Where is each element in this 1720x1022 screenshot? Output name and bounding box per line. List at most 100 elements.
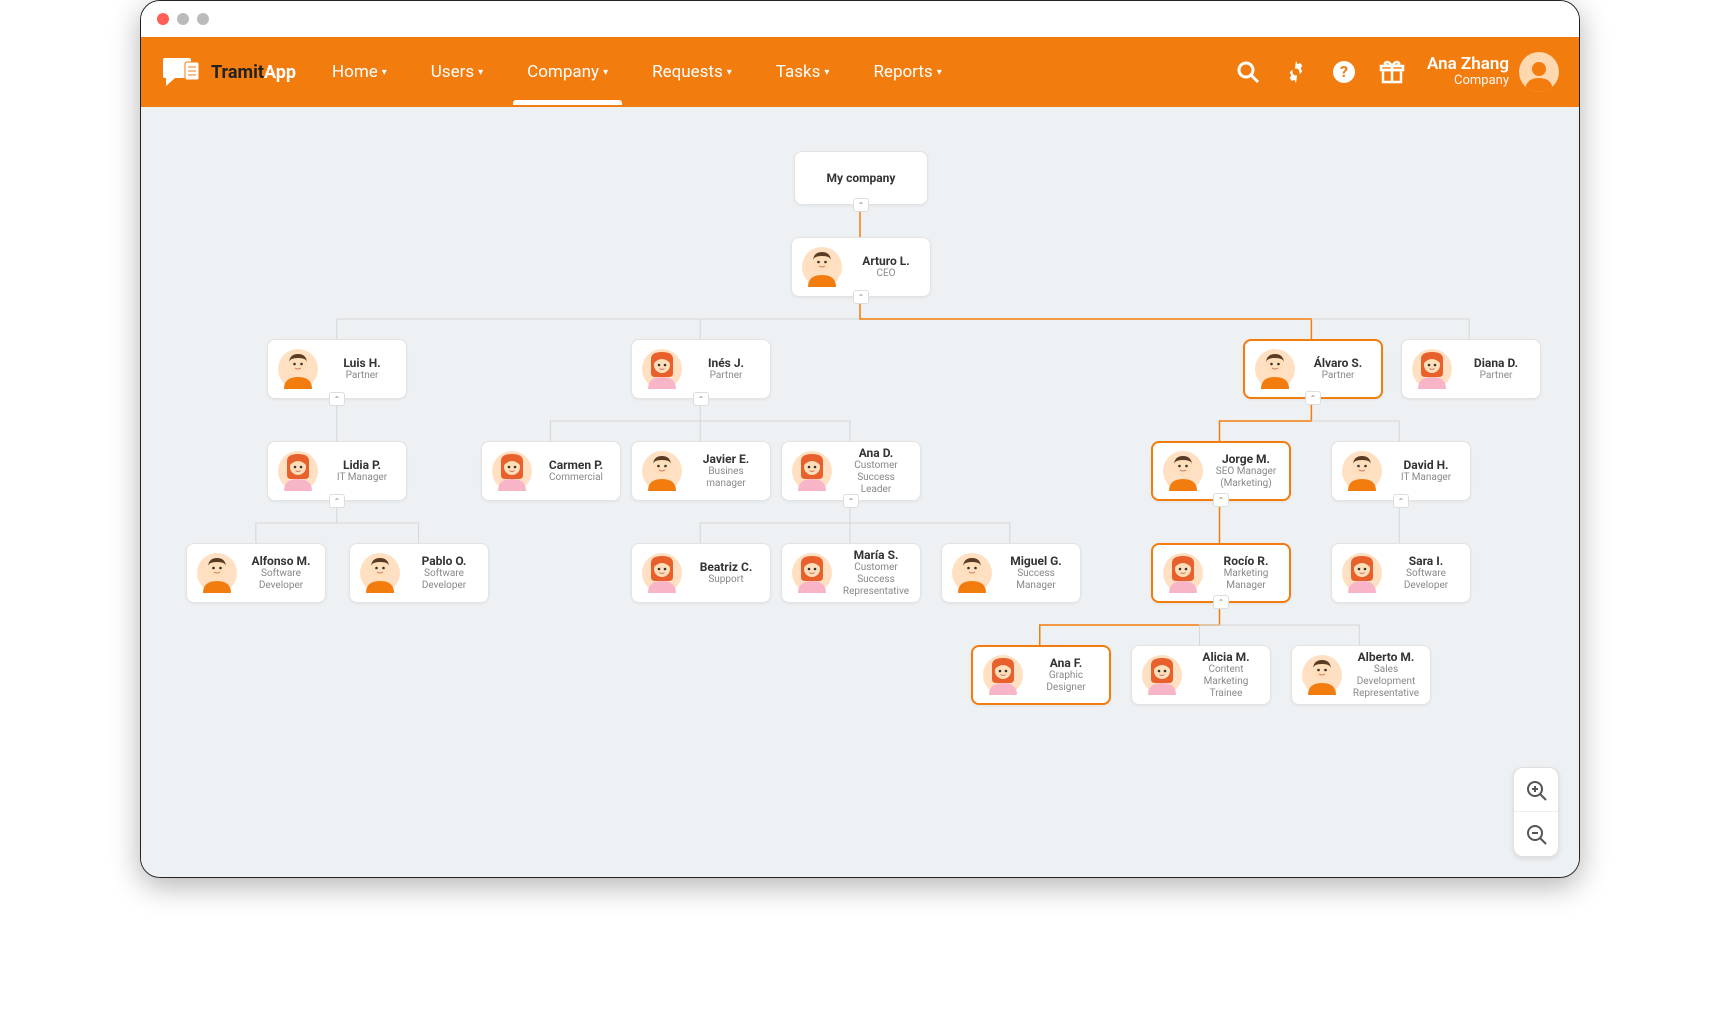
collapse-toggle[interactable]: ⌃ xyxy=(1213,493,1229,507)
avatar-icon xyxy=(952,553,992,593)
app-topbar: TramitApp Home▾ Users▾ Company▾ Requests… xyxy=(141,37,1579,107)
node-name: Miguel G. xyxy=(1002,554,1070,568)
org-node-alfonso[interactable]: Alfonso M.Software Developer xyxy=(186,543,326,603)
org-node-anaf[interactable]: Ana F.Graphic Designer xyxy=(971,645,1111,705)
chevron-down-icon: ▾ xyxy=(478,67,483,78)
zoom-in-button[interactable] xyxy=(1514,768,1558,812)
collapse-toggle[interactable]: ⌃ xyxy=(1213,595,1229,609)
node-name: Alfonso M. xyxy=(247,554,315,568)
avatar-icon xyxy=(197,553,237,593)
user-menu[interactable]: Ana Zhang Company xyxy=(1427,52,1559,92)
avatar-icon xyxy=(278,349,318,389)
collapse-toggle[interactable]: ⌃ xyxy=(853,290,869,304)
org-node-ceo[interactable]: Arturo L.CEO ⌃ xyxy=(791,237,931,297)
avatar-icon xyxy=(792,451,832,491)
org-node-lidia[interactable]: Lidia P.IT Manager ⌃ xyxy=(267,441,407,501)
avatar-icon xyxy=(642,553,682,593)
avatar-icon xyxy=(1255,349,1295,389)
zoom-out-button[interactable] xyxy=(1514,812,1558,856)
gift-icon[interactable] xyxy=(1379,59,1405,85)
org-node-javier[interactable]: Javier E.Busines manager xyxy=(631,441,771,501)
nav-reports[interactable]: Reports▾ xyxy=(867,40,947,104)
collapse-toggle[interactable]: ⌃ xyxy=(329,494,345,508)
nav-company[interactable]: Company▾ xyxy=(521,40,614,104)
org-node-luis[interactable]: Luis H.Partner ⌃ xyxy=(267,339,407,399)
nav-home[interactable]: Home▾ xyxy=(326,40,393,104)
avatar-icon xyxy=(642,451,682,491)
node-role: Success Manager xyxy=(1002,568,1070,592)
collapse-toggle[interactable]: ⌃ xyxy=(1305,391,1321,405)
app-logo[interactable]: TramitApp xyxy=(161,54,296,90)
org-node-rocio[interactable]: Rocío R.Marketing Manager ⌃ xyxy=(1151,543,1291,603)
org-node-miguel[interactable]: Miguel G.Success Manager xyxy=(941,543,1081,603)
search-icon[interactable] xyxy=(1235,59,1261,85)
zoom-controls xyxy=(1513,767,1559,857)
org-node-jorge[interactable]: Jorge M.SEO Manager (Marketing) ⌃ xyxy=(1151,441,1291,501)
org-node-maria[interactable]: María S.Customer Success Representative xyxy=(781,543,921,603)
collapse-toggle[interactable]: ⌃ xyxy=(693,392,709,406)
org-node-david[interactable]: David H.IT Manager ⌃ xyxy=(1331,441,1471,501)
node-role: IT Manager xyxy=(328,472,396,484)
node-role: Content Marketing Trainee xyxy=(1192,664,1260,700)
node-name: Javier E. xyxy=(692,452,760,466)
collapse-toggle[interactable]: ⌃ xyxy=(853,198,869,212)
org-node-alvaro[interactable]: Álvaro S.Partner ⌃ xyxy=(1243,339,1383,399)
org-node-root[interactable]: My company ⌃ xyxy=(794,151,928,205)
avatar-icon xyxy=(802,247,842,287)
collapse-toggle[interactable]: ⌃ xyxy=(843,494,859,508)
node-role: Customer Success Leader xyxy=(842,460,910,496)
org-node-ines[interactable]: Inés J.Partner ⌃ xyxy=(631,339,771,399)
browser-window: TramitApp Home▾ Users▾ Company▾ Requests… xyxy=(140,0,1580,878)
gear-icon[interactable] xyxy=(1283,59,1309,85)
node-name: Alicia M. xyxy=(1192,650,1260,664)
node-role: Software Developer xyxy=(247,568,315,592)
browser-titlebar xyxy=(141,1,1579,37)
node-name: María S. xyxy=(842,548,910,562)
node-name: Jorge M. xyxy=(1213,452,1279,466)
node-name: Ana D. xyxy=(842,446,910,460)
nav-requests[interactable]: Requests▾ xyxy=(646,40,738,104)
main-nav: Home▾ Users▾ Company▾ Requests▾ Tasks▾ R… xyxy=(326,40,1235,104)
collapse-toggle[interactable]: ⌃ xyxy=(329,392,345,406)
org-node-diana[interactable]: Diana D.Partner xyxy=(1401,339,1541,399)
window-close-dot[interactable] xyxy=(157,13,169,25)
node-name: Beatriz C. xyxy=(692,560,760,574)
node-role: Graphic Designer xyxy=(1033,670,1099,694)
node-name: Rocío R. xyxy=(1213,554,1279,568)
node-role: Partner xyxy=(1462,370,1530,382)
window-min-dot[interactable] xyxy=(177,13,189,25)
user-name: Ana Zhang xyxy=(1427,55,1509,75)
org-node-alicia[interactable]: Alicia M.Content Marketing Trainee xyxy=(1131,645,1271,705)
chevron-down-icon: ▾ xyxy=(603,67,608,78)
avatar-icon xyxy=(642,349,682,389)
node-role: Sales Development Representative xyxy=(1352,664,1420,700)
node-role: Software Developer xyxy=(410,568,478,592)
node-role: Customer Success Representative xyxy=(842,562,910,598)
chevron-down-icon: ▾ xyxy=(382,67,387,78)
collapse-toggle[interactable]: ⌃ xyxy=(1393,494,1409,508)
node-role: Busines manager xyxy=(692,466,760,490)
avatar-icon xyxy=(1342,553,1382,593)
org-node-pablo[interactable]: Pablo O.Software Developer xyxy=(349,543,489,603)
org-node-carmen[interactable]: Carmen P.Commercial xyxy=(481,441,621,501)
topbar-right: Ana Zhang Company xyxy=(1235,52,1559,92)
org-chart-canvas[interactable]: My company ⌃ Arturo L.CEO ⌃ Luis H.Partn… xyxy=(141,107,1579,877)
nav-tasks[interactable]: Tasks▾ xyxy=(770,40,836,104)
avatar-icon xyxy=(360,553,400,593)
avatar-icon xyxy=(278,451,318,491)
org-node-alberto[interactable]: Alberto M.Sales Development Representati… xyxy=(1291,645,1431,705)
node-role: Support xyxy=(692,574,760,586)
node-role: Partner xyxy=(692,370,760,382)
node-role: IT Manager xyxy=(1392,472,1460,484)
org-node-sara[interactable]: Sara I.Software Developer xyxy=(1331,543,1471,603)
avatar-icon xyxy=(983,655,1023,695)
org-node-anad[interactable]: Ana D.Customer Success Leader ⌃ xyxy=(781,441,921,501)
help-icon[interactable] xyxy=(1331,59,1357,85)
window-max-dot[interactable] xyxy=(197,13,209,25)
node-role: SEO Manager (Marketing) xyxy=(1213,466,1279,490)
org-node-beatriz[interactable]: Beatriz C.Support xyxy=(631,543,771,603)
nav-users[interactable]: Users▾ xyxy=(425,40,489,104)
node-name: Ana F. xyxy=(1033,656,1099,670)
avatar xyxy=(1519,52,1559,92)
chevron-down-icon: ▾ xyxy=(727,67,732,78)
